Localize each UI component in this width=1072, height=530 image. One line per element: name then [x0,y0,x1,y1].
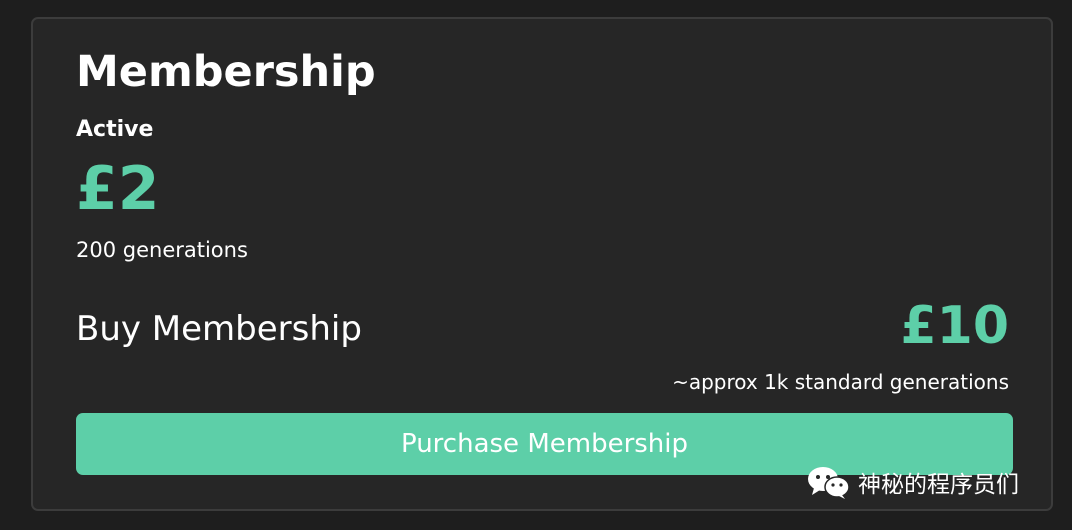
watermark-text: 神秘的程序员们 [858,472,1019,498]
buy-membership-approx: ~approx 1k standard generations [672,370,1009,394]
membership-status: Active [76,117,154,142]
membership-card: Membership Active £2 200 generations Buy… [31,17,1053,511]
membership-generations: 200 generations [76,238,248,262]
buy-membership-label: Buy Membership [76,309,362,349]
membership-price: £2 [76,154,160,224]
wechat-icon [808,467,850,499]
watermark: 神秘的程序员们 [806,462,1019,502]
buy-membership-price: £10 [900,296,1009,356]
membership-title: Membership [76,47,376,97]
